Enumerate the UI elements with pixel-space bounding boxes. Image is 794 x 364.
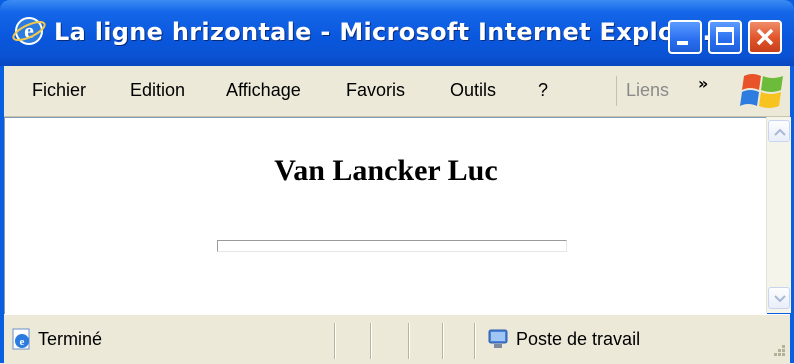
menu-affichage[interactable]: Affichage	[226, 80, 301, 101]
status-pane-separator	[442, 323, 443, 359]
page-viewport: Van Lancker Luc	[4, 117, 767, 314]
page-heading: Van Lancker Luc	[274, 154, 498, 187]
page-status-icon: e	[12, 328, 30, 350]
status-pane-separator	[408, 323, 409, 359]
status-bar: e Terminé Poste de travail	[4, 314, 790, 364]
menu-outils[interactable]: Outils	[450, 80, 496, 101]
menu-fichier[interactable]: Fichier	[32, 80, 86, 101]
browser-window: e La ligne hrizontale - Microsoft Intern…	[0, 0, 794, 364]
close-button[interactable]	[748, 20, 782, 54]
window-title: La ligne hrizontale - Microsoft Internet…	[54, 18, 712, 46]
menu-bar: Fichier Edition Affichage Favoris Outils…	[4, 66, 790, 117]
menu-favoris[interactable]: Favoris	[346, 80, 405, 101]
status-pane-separator	[334, 323, 335, 359]
menu-separator	[616, 76, 617, 106]
minimize-icon	[677, 41, 688, 45]
maximize-icon	[716, 27, 734, 45]
close-icon	[756, 28, 774, 46]
menu-help[interactable]: ?	[538, 80, 548, 101]
vertical-scrollbar[interactable]	[766, 117, 791, 313]
links-toolbar[interactable]: Liens	[626, 80, 669, 101]
windows-logo-icon	[740, 74, 783, 108]
maximize-button[interactable]	[708, 20, 742, 54]
security-zone-label: Poste de travail	[516, 329, 641, 349]
title-bar[interactable]: e La ligne hrizontale - Microsoft Intern…	[0, 0, 794, 66]
scroll-up-button[interactable]	[768, 120, 790, 142]
svg-text:e: e	[20, 336, 25, 348]
status-text: Terminé	[38, 329, 103, 349]
chevron-icon[interactable]: »	[698, 74, 708, 93]
scroll-down-button[interactable]	[768, 287, 790, 309]
arrow-down-icon	[774, 295, 786, 303]
computer-icon	[488, 329, 508, 348]
horizontal-rule	[217, 240, 567, 252]
internet-explorer-icon: e	[12, 17, 46, 45]
status-pane-separator	[370, 323, 371, 359]
menu-edition[interactable]: Edition	[130, 80, 185, 101]
resize-grip-icon[interactable]	[764, 339, 788, 361]
status-pane-separator	[474, 323, 475, 359]
arrow-up-icon	[774, 128, 786, 136]
minimize-button[interactable]	[668, 20, 702, 54]
